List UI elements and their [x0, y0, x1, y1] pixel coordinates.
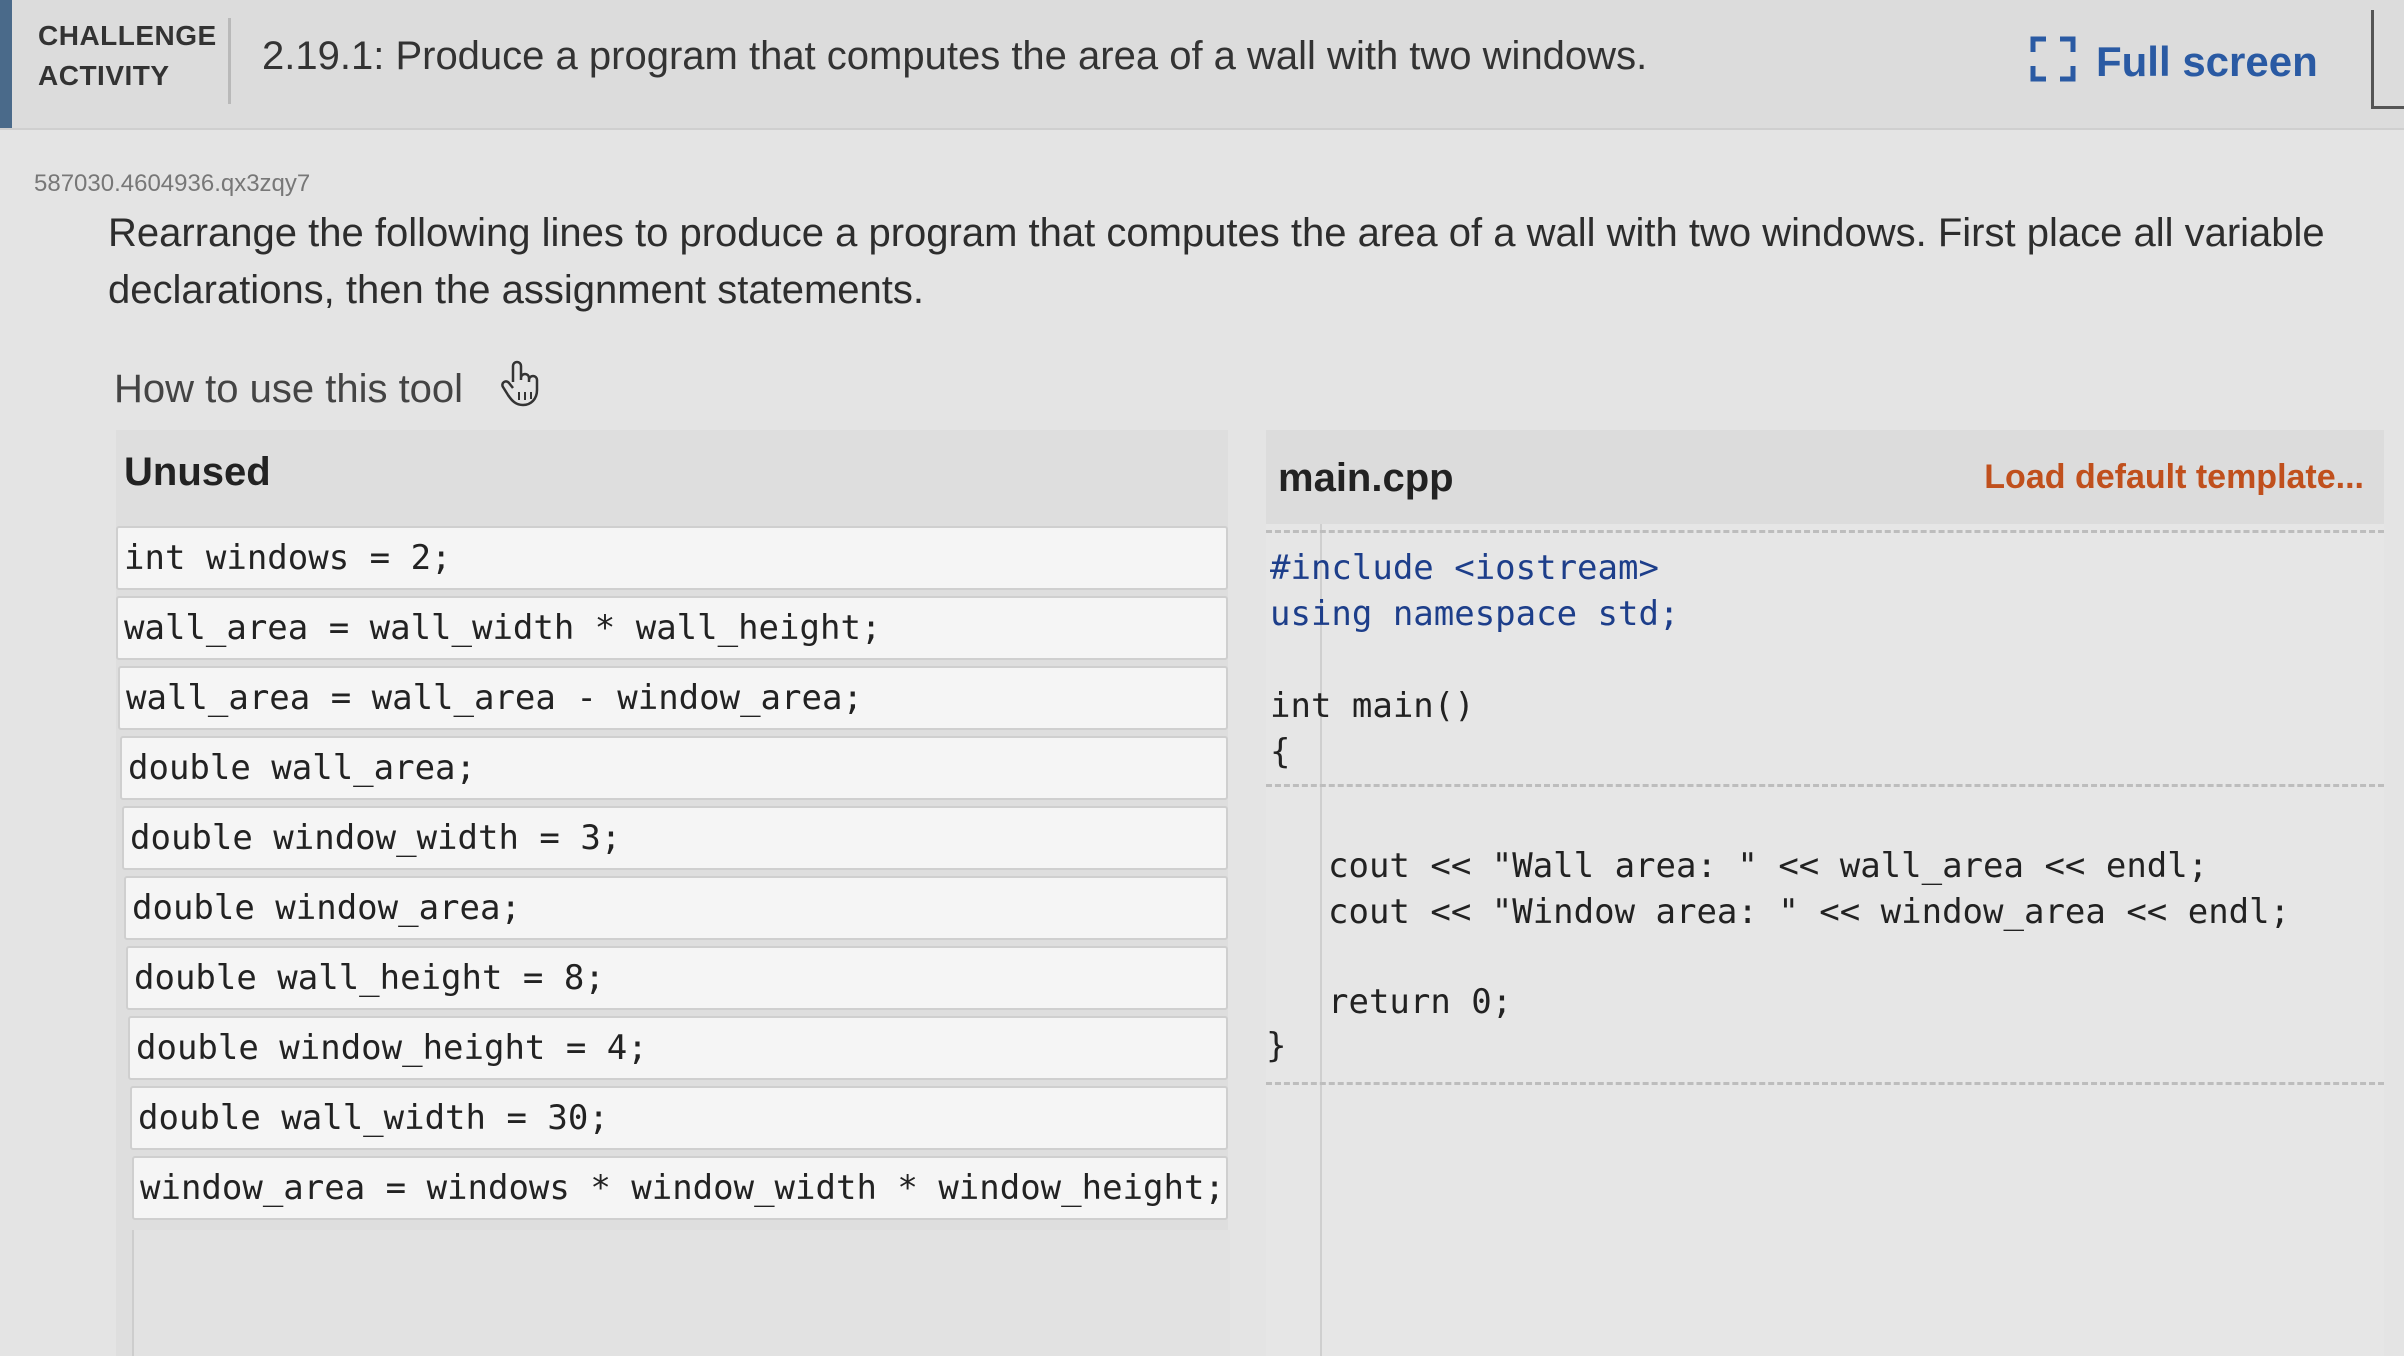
fullscreen-label: Full screen — [2096, 37, 2318, 85]
unused-tile-list: int windows = 2; wall_area = wall_width … — [116, 526, 1228, 1226]
code-tile[interactable]: int windows = 2; — [116, 526, 1228, 590]
code-tile[interactable]: double wall_height = 8; — [126, 946, 1228, 1010]
code-line-main: int main() — [1270, 686, 1475, 726]
fullscreen-icon — [2030, 36, 2076, 87]
code-tile[interactable]: double wall_width = 30; — [130, 1086, 1228, 1150]
hand-pointer-icon — [499, 360, 543, 418]
instructions-text: Rearrange the following lines to produce… — [108, 211, 2325, 312]
code-line-include: #include <iostream> — [1270, 548, 1659, 588]
editable-region-top-divider — [1266, 784, 2384, 787]
code-tile[interactable]: double window_width = 3; — [122, 806, 1228, 870]
activity-id: 587030.4604936.qx3zqy7 — [34, 170, 311, 197]
header-divider — [228, 18, 231, 104]
code-tile[interactable]: window_area = windows * window_width * w… — [132, 1156, 1228, 1220]
editable-region-bottom-divider — [1266, 1082, 2384, 1085]
code-tile[interactable]: wall_area = wall_area - window_area; — [118, 666, 1228, 730]
code-tile[interactable]: double window_height = 4; — [128, 1016, 1228, 1080]
code-line-using: using namespace std; — [1270, 594, 1679, 634]
code-editor-area[interactable] — [1266, 524, 2384, 1356]
header-accent-bar — [0, 0, 12, 128]
header-edge — [2371, 10, 2404, 109]
code-tile[interactable]: double wall_area; — [120, 736, 1228, 800]
activity-type-line2: ACTIVITY — [38, 60, 170, 91]
activity-title: 2.19.1: Produce a program that computes … — [262, 34, 1648, 78]
code-line-include-text: #include <iostream> — [1270, 548, 1659, 588]
activity-header: CHALLENGE ACTIVITY 2.19.1: Produce a pro… — [0, 0, 2404, 130]
code-line-open-brace: { — [1270, 732, 1291, 772]
editor-filename: main.cpp — [1278, 456, 1454, 500]
code-line-cout-wall: cout << "Wall area: " << wall_area << en… — [1328, 846, 2209, 886]
unused-panel-title: Unused — [124, 450, 271, 494]
code-line-cout-window: cout << "Window area: " << window_area <… — [1328, 892, 2291, 932]
code-line-using-text: using namespace std; — [1270, 594, 1680, 634]
code-indent-guide — [1320, 524, 1322, 1356]
code-tile[interactable]: wall_area = wall_width * wall_height; — [116, 596, 1228, 660]
unused-panel: Unused int windows = 2; wall_area = wall… — [116, 430, 1230, 1356]
read-only-region-divider — [1266, 530, 2384, 533]
fullscreen-button[interactable]: Full screen — [2030, 36, 2318, 87]
unused-drop-area[interactable] — [132, 1230, 1230, 1356]
how-to-use-tool[interactable]: How to use this tool — [114, 360, 543, 418]
code-line-return: return 0; — [1328, 982, 1513, 1022]
how-to-use-label: How to use this tool — [114, 366, 464, 411]
activity-type-line1: CHALLENGE — [38, 20, 217, 51]
activity-type-label: CHALLENGE ACTIVITY — [38, 16, 228, 96]
load-default-template-link[interactable]: Load default template... — [1984, 458, 2364, 497]
editor-panel: main.cpp Load default template... #inclu… — [1266, 430, 2384, 1356]
code-tile[interactable]: double window_area; — [124, 876, 1228, 940]
code-line-close-brace: } — [1266, 1026, 1287, 1066]
